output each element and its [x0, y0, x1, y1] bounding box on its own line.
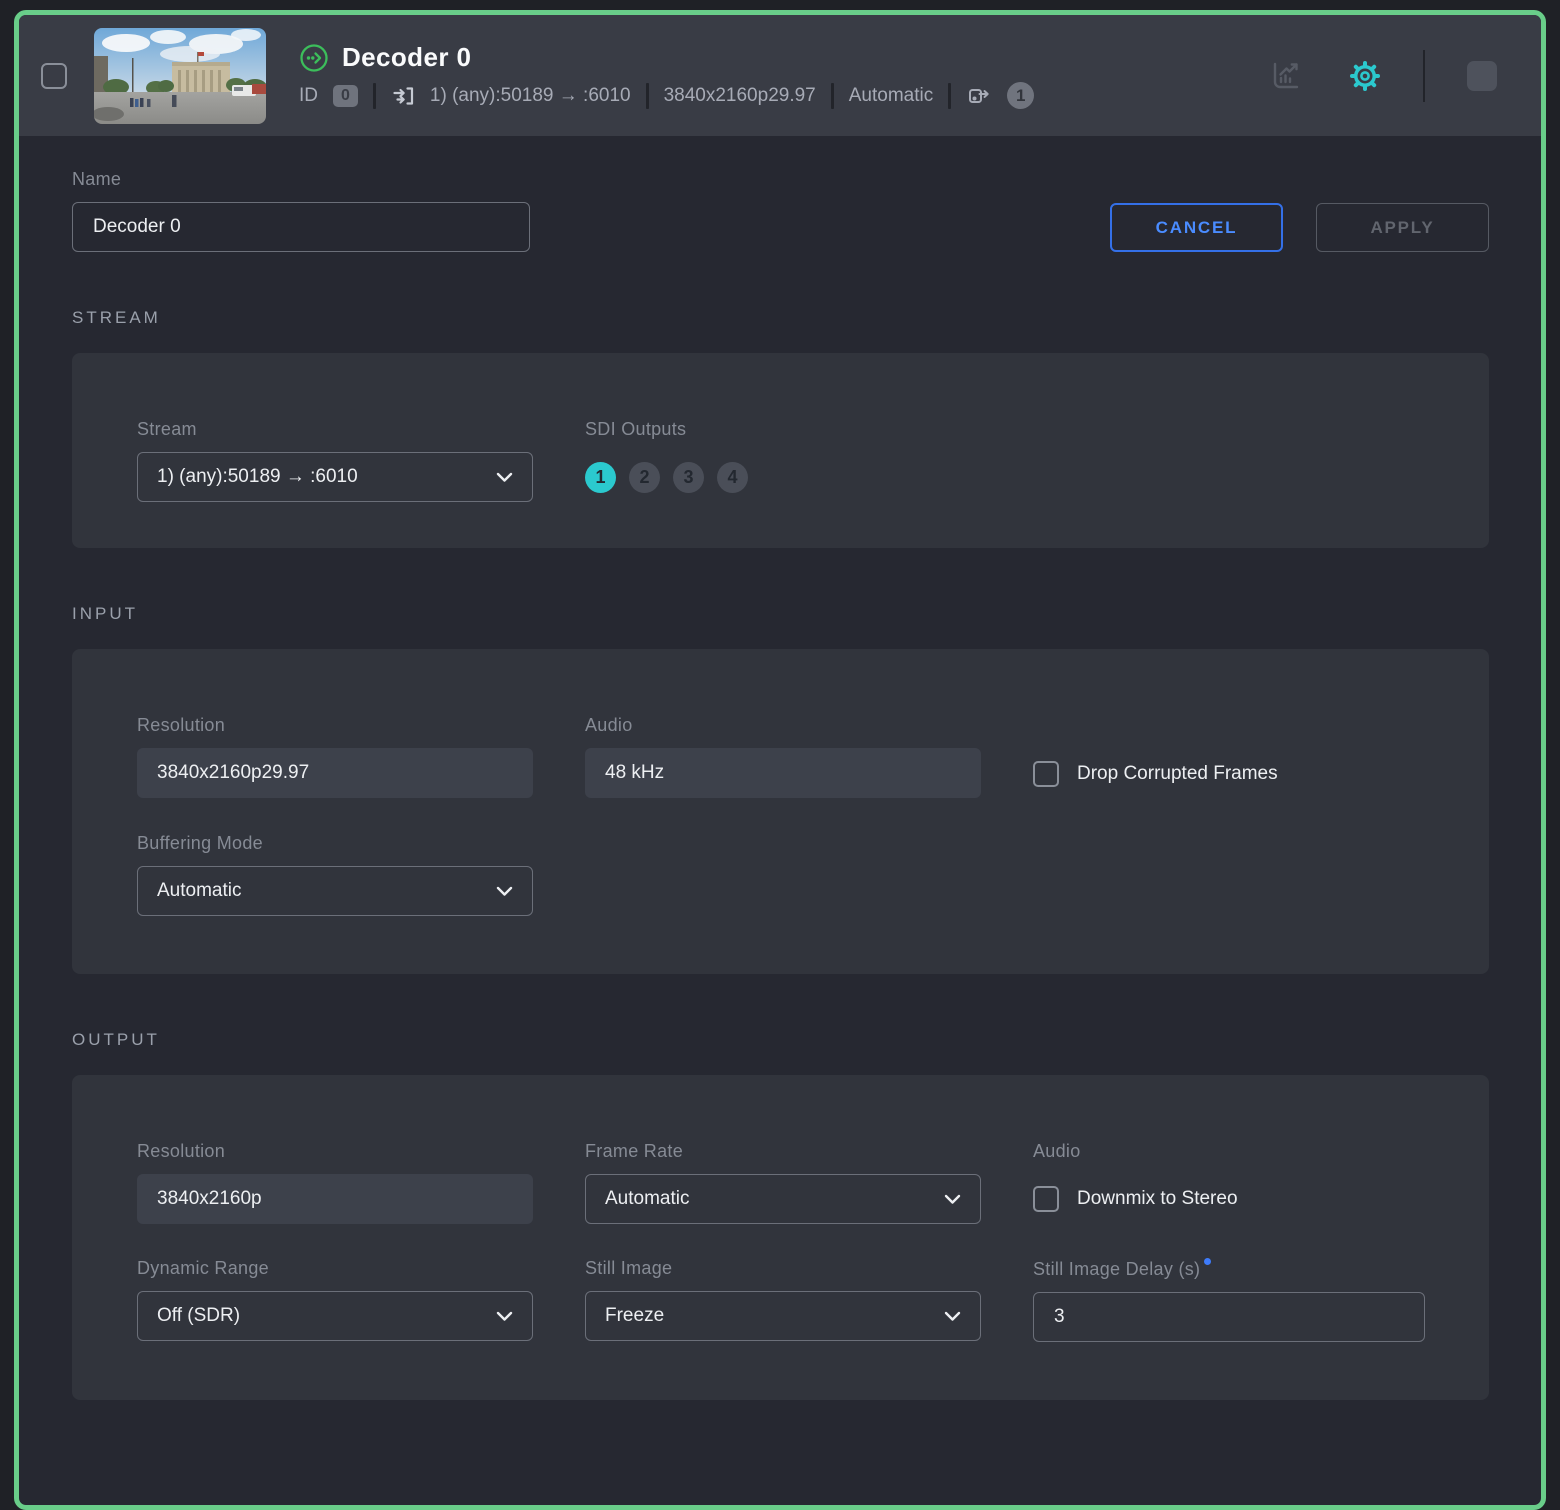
still-delay-label: Still Image Delay (s)	[1033, 1258, 1425, 1280]
stream-select[interactable]: 1) (any):50189 → :6010	[137, 452, 533, 502]
cancel-button[interactable]: CANCEL	[1110, 203, 1283, 252]
divider	[948, 82, 952, 109]
sdi-output-1-button[interactable]: 1	[585, 461, 616, 493]
sdi-output-3-button[interactable]: 3	[673, 461, 704, 493]
stream-card: Stream 1) (any):50189 → :6010 SDI Output…	[72, 353, 1489, 548]
input-resolution-field: Resolution 3840x2160p29.97	[137, 715, 533, 799]
still-delay-field: Still Image Delay (s)	[1033, 1258, 1425, 1342]
sdi-outputs-label: SDI Outputs	[585, 419, 687, 439]
still-image-label: Still Image	[585, 1258, 673, 1278]
still-image-select[interactable]: Freeze	[585, 1291, 981, 1341]
id-badge: 0	[333, 84, 358, 107]
input-section-title: INPUT	[72, 604, 138, 623]
input-audio-label: Audio	[585, 715, 633, 735]
still-image-value: Freeze	[605, 1305, 665, 1326]
stream-label: Stream	[137, 419, 197, 439]
chevron-down-icon	[496, 472, 513, 482]
name-label: Name	[72, 169, 122, 189]
decoder-panel: Decoder 0 ID 0 1) (any):50189 → :6010 38…	[14, 10, 1546, 1510]
divider	[1423, 49, 1425, 102]
stream-select-value: 1) (any):50189 → :6010	[157, 466, 358, 487]
stream-section-title: STREAM	[72, 308, 161, 327]
sdi-output-2-button[interactable]: 2	[629, 461, 660, 493]
sdi-output-icon	[969, 88, 989, 103]
input-audio-value: 48 kHz	[585, 748, 981, 798]
decoder-select-checkbox[interactable]	[41, 62, 67, 89]
frame-rate-value: Automatic	[605, 1188, 690, 1209]
settings-gear-icon	[1350, 60, 1380, 91]
video-preview-thumbnail[interactable]	[94, 27, 266, 124]
statistics-button[interactable]	[1268, 58, 1304, 94]
output-count-badge: 1	[1007, 82, 1035, 109]
decoder-header: Decoder 0 ID 0 1) (any):50189 → :6010 38…	[19, 15, 1541, 136]
stream-input-icon	[393, 86, 414, 105]
header-mode: Automatic	[848, 84, 934, 106]
drop-corrupted-row[interactable]: Drop Corrupted Frames	[1033, 749, 1425, 799]
chevron-down-icon	[496, 886, 513, 896]
dynamic-range-field: Dynamic Range Off (SDR)	[137, 1258, 533, 1342]
output-audio-label: Audio	[1033, 1141, 1081, 1161]
decoder-meta: Decoder 0 ID 0 1) (any):50189 → :6010 38…	[299, 42, 1035, 109]
drop-corrupted-checkbox[interactable]	[1033, 761, 1059, 787]
input-audio-field: Audio 48 kHz	[585, 715, 981, 799]
header-stream-info: 1) (any):50189 → :6010	[429, 84, 631, 106]
downmix-row[interactable]: Downmix to Stereo	[1033, 1174, 1425, 1224]
drop-corrupted-field: Drop Corrupted Frames	[1033, 715, 1425, 799]
chevron-down-icon	[496, 1311, 513, 1321]
header-resolution: 3840x2160p29.97	[663, 84, 816, 106]
still-delay-input[interactable]	[1033, 1292, 1425, 1342]
header-actions	[1268, 49, 1521, 102]
statistics-icon	[1273, 62, 1299, 88]
chevron-down-icon	[944, 1311, 961, 1321]
output-resolution-field: Resolution 3840x2160p	[137, 1141, 533, 1224]
buffering-mode-value: Automatic	[157, 880, 242, 901]
sdi-outputs-group: 1 2 3 4	[585, 452, 981, 502]
output-audio-field: Audio Downmix to Stereo	[1033, 1141, 1425, 1224]
sdi-outputs-field: SDI Outputs 1 2 3 4	[585, 419, 981, 502]
still-image-field: Still Image Freeze	[585, 1258, 981, 1342]
buffering-mode-label: Buffering Mode	[137, 833, 263, 853]
chevron-down-icon	[944, 1194, 961, 1204]
buffering-mode-field: Buffering Mode Automatic	[137, 833, 533, 916]
dynamic-range-select[interactable]: Off (SDR)	[137, 1291, 533, 1341]
dynamic-range-value: Off (SDR)	[157, 1305, 241, 1326]
downmix-checkbox[interactable]	[1033, 1186, 1059, 1212]
modified-indicator-dot	[1204, 1258, 1212, 1265]
settings-button[interactable]	[1347, 58, 1383, 94]
still-delay-label-text: Still Image Delay (s)	[1033, 1259, 1201, 1279]
output-card: Resolution 3840x2160p Frame Rate Automat…	[72, 1075, 1489, 1400]
video-preview-image	[94, 27, 266, 124]
downmix-label: Downmix to Stereo	[1077, 1188, 1238, 1209]
id-label: ID	[299, 84, 318, 106]
decoder-settings-body: Name CANCEL APPLY STREAM Stream 1) (any)…	[19, 169, 1541, 1480]
frame-rate-select[interactable]: Automatic	[585, 1174, 981, 1224]
frame-rate-field: Frame Rate Automatic	[585, 1141, 981, 1224]
input-resolution-label: Resolution	[137, 715, 226, 735]
apply-button[interactable]: APPLY	[1316, 203, 1489, 252]
drop-corrupted-label: Drop Corrupted Frames	[1077, 763, 1278, 784]
sdi-output-4-button[interactable]: 4	[717, 461, 748, 493]
dynamic-range-label: Dynamic Range	[137, 1258, 269, 1278]
output-resolution-label: Resolution	[137, 1141, 226, 1161]
decoder-title: Decoder 0	[342, 42, 472, 72]
input-resolution-value: 3840x2160p29.97	[137, 748, 533, 798]
input-card: Resolution 3840x2160p29.97 Audio 48 kHz …	[72, 649, 1489, 974]
divider	[372, 82, 376, 109]
divider	[830, 82, 834, 109]
name-input[interactable]	[72, 202, 530, 252]
frame-rate-label: Frame Rate	[585, 1141, 684, 1161]
decoder-active-icon	[300, 43, 328, 72]
divider	[645, 82, 649, 109]
output-section-title: OUTPUT	[72, 1030, 160, 1049]
stream-field: Stream 1) (any):50189 → :6010	[137, 419, 533, 502]
output-resolution-value: 3840x2160p	[137, 1174, 533, 1224]
stop-square-button[interactable]	[1467, 60, 1497, 91]
buffering-mode-select[interactable]: Automatic	[137, 866, 533, 916]
